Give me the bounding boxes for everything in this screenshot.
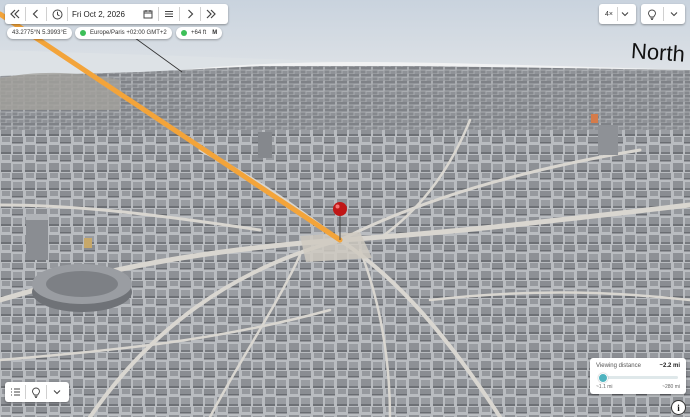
date-display[interactable]: Fri Oct 2, 2026 xyxy=(68,10,138,19)
clock-icon[interactable] xyxy=(47,4,67,24)
chevron-down-icon[interactable] xyxy=(47,382,67,402)
timezone-chip[interactable]: Europe/Paris +02:00 GMT+2 xyxy=(75,27,172,39)
timezone-status-dot xyxy=(80,30,86,36)
lightbulb-icon[interactable] xyxy=(641,4,663,24)
time-toolbar: Fri Oct 2, 2026 xyxy=(5,4,228,24)
timezone-text: Europe/Paris +02:00 GMT+2 xyxy=(90,30,167,36)
lighting-control xyxy=(641,4,685,24)
viewing-distance-slider-thumb[interactable] xyxy=(598,373,608,383)
viewing-distance-min: ~1.1 mi xyxy=(596,384,613,390)
city-map-3d[interactable] xyxy=(0,0,690,417)
stadium xyxy=(32,264,132,312)
bottom-left-toolbar xyxy=(5,382,69,402)
elevation-text: +64 ft xyxy=(191,30,207,36)
viewing-distance-panel: Viewing distance ~2.2 mi ~1.1 mi ~280 mi xyxy=(590,358,686,394)
viewing-distance-max: ~280 mi xyxy=(662,384,680,390)
north-direction-label: North xyxy=(630,38,686,67)
chevron-down-icon[interactable] xyxy=(664,4,684,24)
viewing-distance-title: Viewing distance xyxy=(596,363,641,369)
lightbulb-icon[interactable] xyxy=(26,382,46,402)
elevation-status-dot xyxy=(181,30,187,36)
menu-icon[interactable] xyxy=(159,4,179,24)
chevron-right-icon[interactable] xyxy=(180,4,200,24)
coordinates-chip[interactable]: 43.2775°N 5.3993°E xyxy=(7,27,72,39)
speed-control: 4× xyxy=(599,4,636,24)
layers-list-icon[interactable] xyxy=(5,382,25,402)
elevation-chip[interactable]: +64 ft M xyxy=(176,27,223,39)
viewing-distance-value: ~2.2 mi xyxy=(659,363,680,369)
hills-left xyxy=(0,72,120,110)
info-button[interactable]: i xyxy=(671,400,686,415)
chevron-down-icon[interactable] xyxy=(618,4,632,24)
speed-value[interactable]: 4× xyxy=(599,11,617,18)
chevron-left-icon[interactable] xyxy=(26,4,46,24)
elevation-unit-badge: M xyxy=(212,30,218,36)
coordinates-text: 43.2775°N 5.3993°E xyxy=(12,30,67,36)
double-chevron-left-icon[interactable] xyxy=(5,4,25,24)
viewing-distance-slider[interactable] xyxy=(598,373,678,383)
double-chevron-right-icon[interactable] xyxy=(201,4,221,24)
calendar-icon[interactable] xyxy=(138,4,158,24)
